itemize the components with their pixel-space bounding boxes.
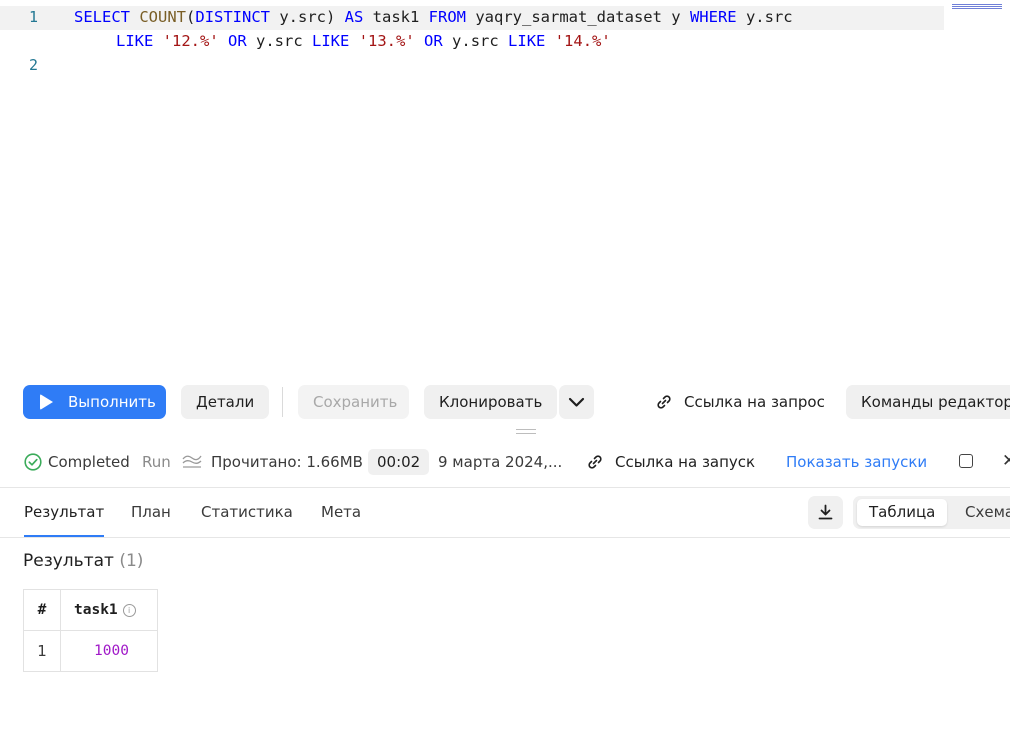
details-button-label: Детали — [196, 393, 255, 411]
editor-commands-button[interactable]: Команды редактора — [846, 385, 1010, 419]
view-schema-option[interactable]: Схема — [953, 499, 1010, 526]
view-table-option[interactable]: Таблица — [857, 499, 948, 526]
status-badge: Completed — [24, 437, 130, 487]
token-identifier: y.src — [442, 32, 509, 50]
result-heading: Результат (1) — [23, 551, 143, 571]
save-button[interactable]: Сохранить — [298, 385, 409, 419]
check-circle-icon — [24, 453, 42, 471]
run-date: 9 марта 2024,... — [438, 453, 563, 471]
query-link[interactable]: Ссылка на запрос — [656, 385, 825, 419]
token-keyword: WHERE — [689, 8, 737, 26]
play-icon — [40, 394, 53, 410]
token-keyword: OR — [228, 32, 247, 50]
run-mode-label: Run — [142, 453, 171, 471]
result-count: (1) — [119, 551, 144, 571]
tab-meta[interactable]: Мета — [321, 488, 361, 536]
token-keyword: DISTINCT — [195, 8, 271, 26]
token-keyword: LIKE — [508, 32, 546, 50]
token-keyword: AS — [344, 8, 364, 26]
chevron-down-icon — [568, 397, 585, 407]
resize-handle[interactable] — [516, 429, 536, 437]
token-string: '12.%' — [162, 32, 219, 50]
token-keyword: SELECT — [74, 8, 130, 26]
details-button[interactable]: Детали — [181, 385, 270, 419]
clone-button[interactable]: Клонировать — [424, 385, 558, 419]
column-header-index[interactable]: # — [23, 589, 61, 631]
query-link-label: Ссылка на запрос — [684, 393, 825, 411]
token-keyword: FROM — [428, 8, 466, 26]
run-link[interactable]: Ссылка на запуск — [587, 437, 755, 487]
token-identifier: y.src) — [270, 8, 345, 26]
token-paren: ( — [186, 8, 196, 26]
token-function: COUNT — [139, 8, 187, 26]
toolbar-divider — [282, 387, 283, 417]
token-string: '13.%' — [358, 32, 415, 50]
duration-chip: 00:02 — [368, 449, 430, 475]
code-line-1[interactable]: SELECT COUNT(DISTINCT y.src) AS task1 FR… — [74, 8, 793, 26]
task1-value-cell[interactable]: 1000 — [60, 630, 158, 672]
run-link-label: Ссылка на запуск — [615, 453, 756, 471]
link-icon — [588, 455, 602, 469]
line-number-1: 1 — [29, 8, 39, 26]
token-identifier: y.src — [736, 8, 793, 26]
run-button[interactable]: Выполнить — [23, 385, 166, 419]
status-text: Completed — [48, 453, 130, 471]
info-icon[interactable]: i — [122, 604, 136, 617]
line-number-2: 2 — [29, 56, 39, 74]
row-index-cell: 1 — [23, 630, 61, 672]
table-row: 1 1000 — [23, 630, 158, 672]
show-runs-link[interactable]: Показать запуски — [786, 437, 927, 487]
download-icon — [818, 504, 833, 520]
token-identifier: task1 — [363, 8, 429, 26]
close-icon[interactable]: ✕ — [1002, 452, 1010, 470]
link-icon — [657, 395, 671, 409]
column-header-task1-label: task1 — [74, 602, 118, 618]
sql-editor[interactable]: 1 2 SELECT COUNT(DISTINCT y.src) AS task… — [0, 0, 1010, 376]
result-tabs: Результат План Статистика Мета Таблица С… — [0, 488, 1010, 538]
editor-commands-label: Команды редактора — [861, 393, 1010, 411]
run-status-bar: Completed Run Прочитано: 1.66MB 00:02 9 … — [0, 437, 1010, 488]
checkbox[interactable] — [959, 454, 973, 468]
tab-plan[interactable]: План — [131, 488, 171, 536]
token-keyword: OR — [424, 32, 443, 50]
token-identifier: y.src — [246, 32, 313, 50]
clone-button-label: Клонировать — [439, 393, 543, 411]
token-keyword: LIKE — [312, 32, 350, 50]
token-identifier: yaqry_sarmat_dataset y — [466, 8, 690, 26]
column-header-task1[interactable]: task1 i — [60, 589, 158, 631]
token-keyword: LIKE — [116, 32, 154, 50]
token-string: '14.%' — [554, 32, 611, 50]
waves-icon — [182, 453, 202, 471]
view-toggle: Таблица Схема — [853, 496, 1010, 529]
run-button-label: Выполнить — [68, 393, 156, 411]
result-table: # task1 i 1 1000 — [23, 589, 158, 672]
tab-statistics[interactable]: Статистика — [201, 488, 293, 536]
save-button-label: Сохранить — [313, 393, 398, 411]
result-heading-text: Результат — [23, 551, 114, 571]
tab-result[interactable]: Результат — [24, 488, 105, 537]
download-button[interactable] — [808, 496, 843, 529]
more-options-button[interactable] — [559, 385, 594, 419]
bytes-read: Прочитано: 1.66MB — [211, 453, 363, 471]
table-header-row: # task1 i — [23, 589, 158, 631]
query-toolbar: Выполнить Детали Сохранить Клонировать С… — [0, 376, 1010, 430]
editor-minimap[interactable] — [952, 4, 1002, 10]
code-line-1-wrap[interactable]: LIKE '12.%' OR y.src LIKE '13.%' OR y.sr… — [116, 32, 611, 50]
